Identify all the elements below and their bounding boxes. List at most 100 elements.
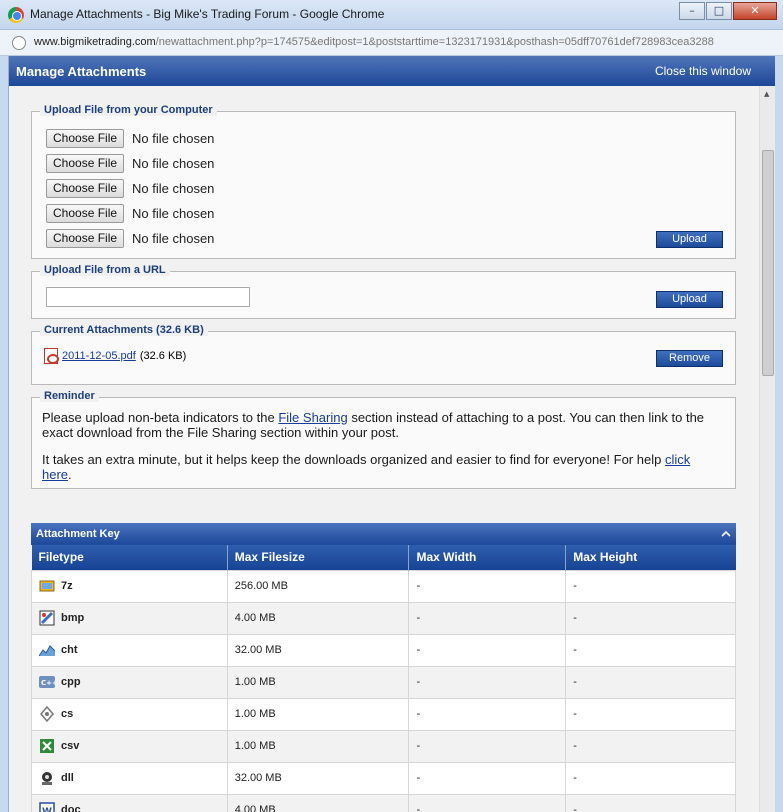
table-row: bmp 4.00 MB - - [31,601,736,635]
attachment-size: (32.6 KB) [139,350,187,362]
filetype-cell: cs [31,697,228,731]
dll-icon [39,770,55,786]
choose-file-button[interactable]: Choose File [46,179,125,198]
max-height-cell: - [565,729,736,763]
url-domain: www.bigmiketrading.com [34,36,156,48]
file-input-row: Choose File No file chosen [46,151,214,176]
page-scrollbar[interactable]: ▲ [759,86,775,812]
table-row: C++cpp1.00 MB-- [31,665,736,699]
max-height-cell: - [565,665,736,699]
attachment-item: 2011-12-05.pdf (32.6 KB) [44,348,186,364]
filetype-cell: 7z [31,569,228,603]
url-input[interactable] [46,287,250,307]
upload-url-legend: Upload File from a URL [40,264,170,276]
column-header: Max Height [565,545,736,570]
table-row: 7z 256.00 MB - - [31,569,736,603]
filetype-label: cs [61,708,74,720]
attachment-key: Attachment Key Filetype Max Filesize Max W… [31,523,736,812]
attachment-key-table: Filetype Max Filesize Max Width Max Height … [31,545,736,812]
filetype-label: doc [61,804,81,812]
max-size-cell: 1.00 MB [226,697,410,731]
max-width-cell: - [408,729,567,763]
max-width-cell: - [408,793,567,812]
reminder-section: Reminder Please upload non-beta indicato… [31,390,736,489]
page: Manage Attachments Close this window Upl… [8,56,775,812]
table-row: cs 1.00 MB - - [31,697,736,731]
filetype-wrap: 7z [39,578,227,594]
filetype-label: 7z [61,580,73,592]
choose-file-button[interactable]: Choose File [46,204,125,223]
reminder-text-2a: It takes an extra minute, but it helps k… [42,452,665,467]
max-size-cell: 1.00 MB [226,665,410,699]
table-row: dll 32.00 MB - - [31,761,736,795]
word-icon: W [39,802,55,812]
current-attachments-section: Current Attachments (32.6 KB) 2011-12-05… [31,324,736,385]
upload-url-section: Upload File from a URL Upload [31,264,736,319]
address-bar[interactable]: www.bigmiketrading.com/newattachment.php… [0,30,783,56]
choose-file-button[interactable]: Choose File [46,154,125,173]
upload-computer-button[interactable]: Upload [656,231,723,248]
file-sharing-link[interactable]: File Sharing [278,410,347,425]
collapse-icon[interactable] [720,529,732,539]
max-height-cell: - [565,697,736,731]
scroll-up-icon[interactable]: ▲ [764,90,769,98]
paint-icon [39,610,55,626]
column-header: Max Filesize [226,545,409,570]
window-titlebar: Manage Attachments - Big Mike's Trading … [0,0,783,30]
filetype-cell: Wdoc [31,793,228,812]
column-header: Filetype [31,545,228,570]
url-path: /newattachment.php?p=174575&editpost=1&p… [155,36,714,48]
chrome-logo-icon [8,7,24,23]
filetype-label: bmp [61,612,85,624]
maximize-icon[interactable]: □ [706,2,732,20]
file-input-row: Choose File No file chosen [46,176,214,201]
excel-icon [39,738,55,754]
max-width-cell: - [408,665,567,699]
file-input-row: Choose File No file chosen [46,226,214,251]
remove-attachment-button[interactable]: Remove [656,350,723,367]
attachment-link[interactable]: 2011-12-05.pdf [62,350,136,362]
window-title: Manage Attachments - Big Mike's Trading … [30,7,385,21]
current-attachments-legend: Current Attachments (32.6 KB) [40,324,208,336]
table-row: cht 32.00 MB - - [31,633,736,667]
reminder-paragraph-2: It takes an extra minute, but it helps k… [42,452,722,482]
filetype-wrap: C++ cpp [39,674,227,690]
filetype-label: cpp [61,676,81,688]
cs-icon [39,705,55,723]
file-input-row: Choose File No file chosen [46,126,214,151]
table-header-row: Filetype Max Filesize Max Width Max Height [31,545,736,570]
archive-icon [39,578,55,594]
reminder-text-2b: . [68,467,72,482]
choose-file-button[interactable]: Choose File [46,229,125,248]
upload-computer-section: Upload File from your Computer Choose Fi… [31,104,736,259]
minimize-icon[interactable]: – [679,2,705,20]
max-height-cell: - [565,793,736,812]
table-row: csv 1.00 MB - - [31,729,736,763]
max-size-cell: 4.00 MB [226,793,410,812]
no-file-chosen-text: No file chosen [132,231,215,246]
filetype-cell: csv [31,729,228,763]
max-height-cell: - [565,601,736,635]
url-text[interactable]: www.bigmiketrading.com/newattachment.php… [34,36,714,48]
close-window-icon[interactable]: ✕ [733,2,777,20]
max-height-cell: - [565,569,736,603]
choose-file-button[interactable]: Choose File [46,129,125,148]
filetype-wrap: cht [38,642,227,658]
attachment-key-title: Attachment Key [36,528,120,540]
table-body: 7z 256.00 MB - - bmp 4.00 MB - - cht 32.00 MB - - C+… [31,569,736,812]
max-size-cell: 256.00 MB [226,569,410,603]
upload-url-button[interactable]: Upload [656,291,723,308]
scrollbar-thumb[interactable] [762,150,774,376]
max-width-cell: - [408,761,567,795]
upload-computer-legend: Upload File from your Computer [40,104,217,116]
reminder-text-1a: Please upload non-beta indicators to the [42,410,279,425]
pdf-icon [44,348,59,364]
page-icon [12,36,26,50]
max-width-cell: - [408,601,567,635]
reminder-paragraph-1: Please upload non-beta indicators to the… [42,410,722,440]
no-file-chosen-text: No file chosen [132,131,215,146]
no-file-chosen-text: No file chosen [132,156,215,171]
filetype-cell: dll [31,761,228,795]
close-window-link[interactable]: Close this window [655,64,751,78]
filetype-wrap: bmp [39,610,227,626]
